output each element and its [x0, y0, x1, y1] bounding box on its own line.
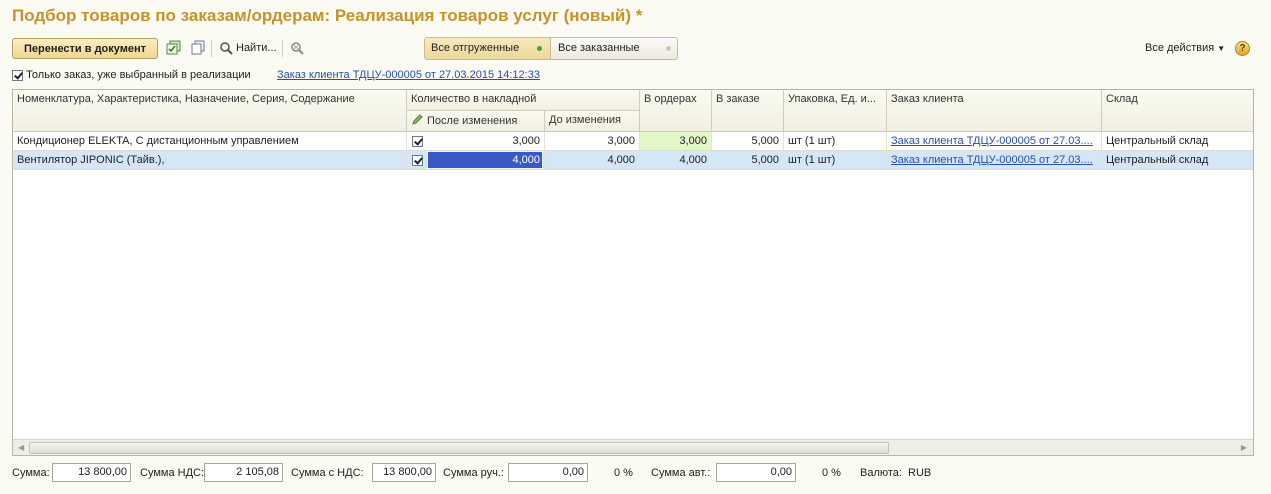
- client-order-link[interactable]: Заказ клиента ТДЦУ-000005 от 27.03.2015 …: [277, 67, 540, 83]
- header-before-change[interactable]: До изменения: [545, 111, 640, 132]
- header-in-order[interactable]: В заказе: [712, 90, 784, 132]
- auto-pct: 0 %: [822, 467, 841, 479]
- header-warehouse[interactable]: Склад: [1102, 90, 1253, 132]
- cell-nomenclature[interactable]: Вентилятор JIPONIC (Тайв.),: [13, 151, 407, 169]
- checkbox-icon[interactable]: [12, 69, 23, 81]
- cell-in-orders[interactable]: 4,000: [640, 151, 712, 169]
- vat-field[interactable]: 2 105,08: [204, 463, 283, 482]
- header-client-order[interactable]: Заказ клиента: [887, 90, 1102, 132]
- help-icon[interactable]: ?: [1235, 41, 1250, 56]
- cell-before-change[interactable]: 3,000: [545, 132, 640, 150]
- cell-before-change[interactable]: 4,000: [545, 151, 640, 169]
- edit-pencil-icon: [412, 114, 423, 125]
- cell-warehouse[interactable]: Центральный склад: [1102, 132, 1253, 150]
- cell-in-orders[interactable]: 3,000: [640, 132, 712, 150]
- auto-sum-field[interactable]: 0,00: [716, 463, 796, 482]
- cell-packaging[interactable]: шт (1 шт): [784, 151, 887, 169]
- sum-field[interactable]: 13 800,00: [52, 463, 131, 482]
- header-after-change[interactable]: После изменения: [407, 111, 545, 132]
- horizontal-scrollbar[interactable]: ◀ ▶: [13, 439, 1253, 455]
- after-change-value: 3,000: [512, 135, 540, 147]
- after-change-value[interactable]: 4,000: [427, 151, 543, 169]
- segment-all-shipped-label: Все отгруженные: [431, 42, 520, 54]
- only-order-checkbox[interactable]: Только заказ, уже выбранный в реализации: [12, 67, 251, 83]
- cell-after-change[interactable]: 3,000: [407, 132, 545, 150]
- sum-label: Сумма:: [12, 467, 50, 479]
- cell-client-order[interactable]: Заказ клиента ТДЦУ-000005 от 27.03....: [887, 132, 1102, 150]
- manual-pct: 0 %: [614, 467, 633, 479]
- manual-sum-field[interactable]: 0,00: [508, 463, 588, 482]
- inactive-dot-icon: [666, 46, 671, 51]
- copy-rows-icon[interactable]: [190, 40, 206, 56]
- table-row[interactable]: Кондиционер ELEKTA, С дистанционным упра…: [13, 132, 1253, 151]
- header-qty-group: Количество в накладной: [407, 90, 640, 111]
- header-in-orders[interactable]: В ордерах: [640, 90, 712, 132]
- all-actions-menu[interactable]: Все действия ▼: [1145, 38, 1225, 59]
- scrollbar-thumb[interactable]: [29, 442, 889, 454]
- with-vat-label: Сумма с НДС:: [291, 467, 364, 479]
- row-checkbox[interactable]: [412, 155, 423, 166]
- segment-all-shipped[interactable]: Все отгруженные: [425, 38, 551, 59]
- cell-nomenclature[interactable]: Кондиционер ELEKTA, С дистанционным упра…: [13, 132, 407, 150]
- header-nomenclature[interactable]: Номенклатура, Характеристика, Назначение…: [13, 90, 407, 132]
- search-icon: [220, 42, 233, 55]
- currency-value: RUB: [908, 467, 932, 479]
- only-order-label: Только заказ, уже выбранный в реализации: [26, 69, 251, 81]
- cell-in-order[interactable]: 5,000: [712, 151, 784, 169]
- cell-warehouse[interactable]: Центральный склад: [1102, 151, 1253, 169]
- chevron-down-icon: ▼: [1217, 44, 1226, 53]
- active-dot-icon: [537, 46, 542, 51]
- manual-sum-label: Сумма руч.:: [443, 467, 504, 479]
- find-button[interactable]: Найти...: [218, 38, 277, 59]
- goods-table[interactable]: Номенклатура, Характеристика, Назначение…: [12, 89, 1254, 456]
- vat-label: Сумма НДС:: [140, 467, 205, 479]
- scroll-right-icon[interactable]: ▶: [1241, 443, 1247, 452]
- scroll-left-icon[interactable]: ◀: [18, 443, 24, 452]
- transfer-to-document-button[interactable]: Перенести в документ: [12, 38, 158, 59]
- with-vat-field[interactable]: 13 800,00: [372, 463, 436, 482]
- currency-label: Валюта:: [860, 467, 902, 479]
- segment-all-ordered-label: Все заказанные: [558, 42, 640, 54]
- client-order-row-link[interactable]: Заказ клиента ТДЦУ-000005 от 27.03....: [891, 154, 1093, 166]
- cancel-search-icon[interactable]: [289, 40, 305, 56]
- segment-all-ordered[interactable]: Все заказанные: [552, 38, 677, 59]
- table-row[interactable]: Вентилятор JIPONIC (Тайв.), 4,000 4,000 …: [13, 151, 1253, 170]
- cell-after-change[interactable]: 4,000: [407, 151, 545, 169]
- row-checkbox[interactable]: [412, 136, 423, 147]
- cell-client-order[interactable]: Заказ клиента ТДЦУ-000005 от 27.03....: [887, 151, 1102, 169]
- header-packaging[interactable]: Упаковка, Ед. и...: [784, 90, 887, 132]
- find-label: Найти...: [236, 42, 277, 54]
- cell-packaging[interactable]: шт (1 шт): [784, 132, 887, 150]
- select-rows-icon[interactable]: [166, 40, 182, 56]
- window-title: Подбор товаров по заказам/ордерам: Реали…: [12, 6, 643, 25]
- client-order-row-link[interactable]: Заказ клиента ТДЦУ-000005 от 27.03....: [891, 135, 1093, 147]
- shipped-ordered-switch[interactable]: Все отгруженные Все заказанные: [424, 37, 678, 60]
- header-after-change-label: После изменения: [427, 115, 518, 127]
- cell-in-order[interactable]: 5,000: [712, 132, 784, 150]
- all-actions-label: Все действия: [1145, 42, 1215, 54]
- auto-sum-label: Сумма авт.:: [651, 467, 711, 479]
